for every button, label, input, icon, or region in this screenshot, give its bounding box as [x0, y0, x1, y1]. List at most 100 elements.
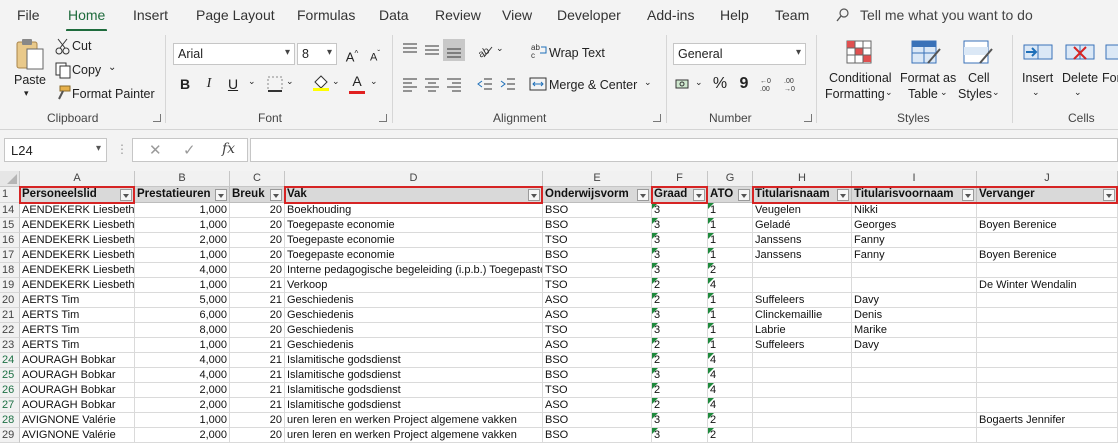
table-cell[interactable]	[977, 233, 1118, 248]
accounting-dropdown-icon[interactable]: ⌄	[695, 77, 703, 88]
tab-formulas[interactable]: Formulas	[297, 7, 355, 23]
table-cell[interactable]	[852, 398, 977, 413]
table-cell[interactable]: 4,000	[135, 368, 230, 383]
table-cell[interactable]: BSO	[543, 413, 652, 428]
tab-view[interactable]: View	[502, 7, 532, 23]
table-cell[interactable]: Interne pedagogische begeleiding (i.p.b.…	[285, 263, 543, 278]
table-cell[interactable]	[852, 368, 977, 383]
table-cell[interactable]: 21	[230, 383, 285, 398]
comma-style-button[interactable]: 9	[733, 73, 755, 95]
table-cell[interactable]: AOURAGH Bobkar	[20, 398, 135, 413]
table-cell[interactable]: Fanny	[852, 248, 977, 263]
row-header[interactable]: 26	[0, 383, 20, 398]
merge-center-button[interactable]: Merge & Center	[549, 78, 637, 92]
table-cell[interactable]: 20	[230, 323, 285, 338]
table-cell[interactable]: 2	[652, 353, 708, 368]
table-cell[interactable]	[852, 413, 977, 428]
row-header[interactable]: 19	[0, 278, 20, 293]
tab-home[interactable]: Home	[65, 7, 108, 32]
table-cell[interactable]: Davy	[852, 293, 977, 308]
table-cell[interactable]	[977, 398, 1118, 413]
table-cell[interactable]: 3	[652, 413, 708, 428]
row-header[interactable]: 1	[0, 187, 20, 203]
table-header-cell[interactable]: Vak	[285, 187, 543, 203]
table-cell[interactable]: 1,000	[135, 203, 230, 218]
table-cell[interactable]: AENDEKERK Liesbeth	[20, 233, 135, 248]
table-cell[interactable]: Denis	[852, 308, 977, 323]
table-cell[interactable]	[753, 413, 852, 428]
table-cell[interactable]	[852, 383, 977, 398]
tab-page-layout[interactable]: Page Layout	[196, 7, 275, 23]
table-cell[interactable]: 3	[652, 248, 708, 263]
table-header-cell[interactable]: Onderwijsvorm	[543, 187, 652, 203]
orientation-icon[interactable]: ab	[476, 41, 494, 59]
table-cell[interactable]	[753, 353, 852, 368]
table-cell[interactable]: BSO	[543, 353, 652, 368]
table-cell[interactable]: 20	[230, 263, 285, 278]
filter-dropdown-icon[interactable]	[270, 189, 282, 201]
filter-dropdown-icon[interactable]	[693, 189, 705, 201]
table-cell[interactable]: AERTS Tim	[20, 308, 135, 323]
table-cell[interactable]: 3	[652, 233, 708, 248]
conditional-formatting-button[interactable]: Conditional Formatting ⌄	[823, 35, 897, 107]
row-header[interactable]: 20	[0, 293, 20, 308]
select-all-button[interactable]	[0, 171, 20, 187]
table-cell[interactable]: 4,000	[135, 263, 230, 278]
table-cell[interactable]: 8,000	[135, 323, 230, 338]
table-cell[interactable]	[753, 383, 852, 398]
formula-input[interactable]	[250, 138, 1118, 162]
cut-button[interactable]: Cut	[72, 39, 91, 53]
merge-dropdown-icon[interactable]: ⌄	[644, 77, 652, 88]
format-painter-button[interactable]: Format Painter	[72, 87, 155, 101]
table-cell[interactable]: 4	[708, 383, 753, 398]
clipboard-launcher-icon[interactable]	[153, 114, 161, 122]
table-cell[interactable]: Boyen Berenice	[977, 248, 1118, 263]
table-cell[interactable]	[753, 368, 852, 383]
number-format-dropdown[interactable]: General ▾	[673, 43, 806, 65]
table-cell[interactable]: 1	[708, 203, 753, 218]
table-cell[interactable]: Islamitische godsdienst	[285, 398, 543, 413]
bottom-align-button[interactable]	[443, 39, 465, 61]
copy-dropdown-icon[interactable]: ⌄	[108, 62, 116, 73]
table-header-cell[interactable]: Titularisnaam	[753, 187, 852, 203]
table-cell[interactable]: AENDEKERK Liesbeth	[20, 263, 135, 278]
table-cell[interactable]: Islamitische godsdienst	[285, 383, 543, 398]
column-header-c[interactable]: C	[230, 171, 285, 187]
table-cell[interactable]: Boekhouding	[285, 203, 543, 218]
align-center-icon[interactable]	[423, 75, 441, 93]
table-cell[interactable]: Georges	[852, 218, 977, 233]
tab-review[interactable]: Review	[435, 7, 481, 23]
table-cell[interactable]: 2	[708, 263, 753, 278]
table-cell[interactable]: Toegepaste economie	[285, 248, 543, 263]
table-cell[interactable]	[977, 368, 1118, 383]
table-cell[interactable]: 2	[708, 413, 753, 428]
table-cell[interactable]: AERTS Tim	[20, 338, 135, 353]
table-cell[interactable]: Janssens	[753, 233, 852, 248]
fill-color-dropdown-icon[interactable]: ⌄	[332, 76, 340, 87]
row-header[interactable]: 28	[0, 413, 20, 428]
table-cell[interactable]: AENDEKERK Liesbeth	[20, 278, 135, 293]
middle-align-icon[interactable]	[423, 41, 441, 59]
table-cell[interactable]: AVIGNONE Valérie	[20, 428, 135, 443]
formula-bar-resize-handle[interactable]: ⋮	[116, 142, 129, 156]
format-cells-button[interactable]: For	[1102, 35, 1118, 107]
table-cell[interactable]: Davy	[852, 338, 977, 353]
table-cell[interactable]	[977, 293, 1118, 308]
orientation-dropdown-icon[interactable]: ⌄	[496, 43, 504, 54]
table-cell[interactable]: 1	[708, 248, 753, 263]
row-header[interactable]: 17	[0, 248, 20, 263]
table-cell[interactable]	[977, 353, 1118, 368]
table-cell[interactable]: 21	[230, 398, 285, 413]
row-header[interactable]: 24	[0, 353, 20, 368]
table-cell[interactable]: Geladé	[753, 218, 852, 233]
table-header-cell[interactable]: Titularisvoornaam	[852, 187, 977, 203]
row-header[interactable]: 18	[0, 263, 20, 278]
table-cell[interactable]: 1	[708, 218, 753, 233]
table-cell[interactable]: 20	[230, 203, 285, 218]
name-box[interactable]: L24 ▾	[4, 138, 107, 162]
table-cell[interactable]: AOURAGH Bobkar	[20, 353, 135, 368]
table-cell[interactable]: TSO	[543, 383, 652, 398]
format-as-table-button[interactable]: Format as Table ⌄	[898, 35, 956, 107]
font-name-dropdown[interactable]: Arial ▾	[173, 43, 295, 65]
table-cell[interactable]: 21	[230, 293, 285, 308]
